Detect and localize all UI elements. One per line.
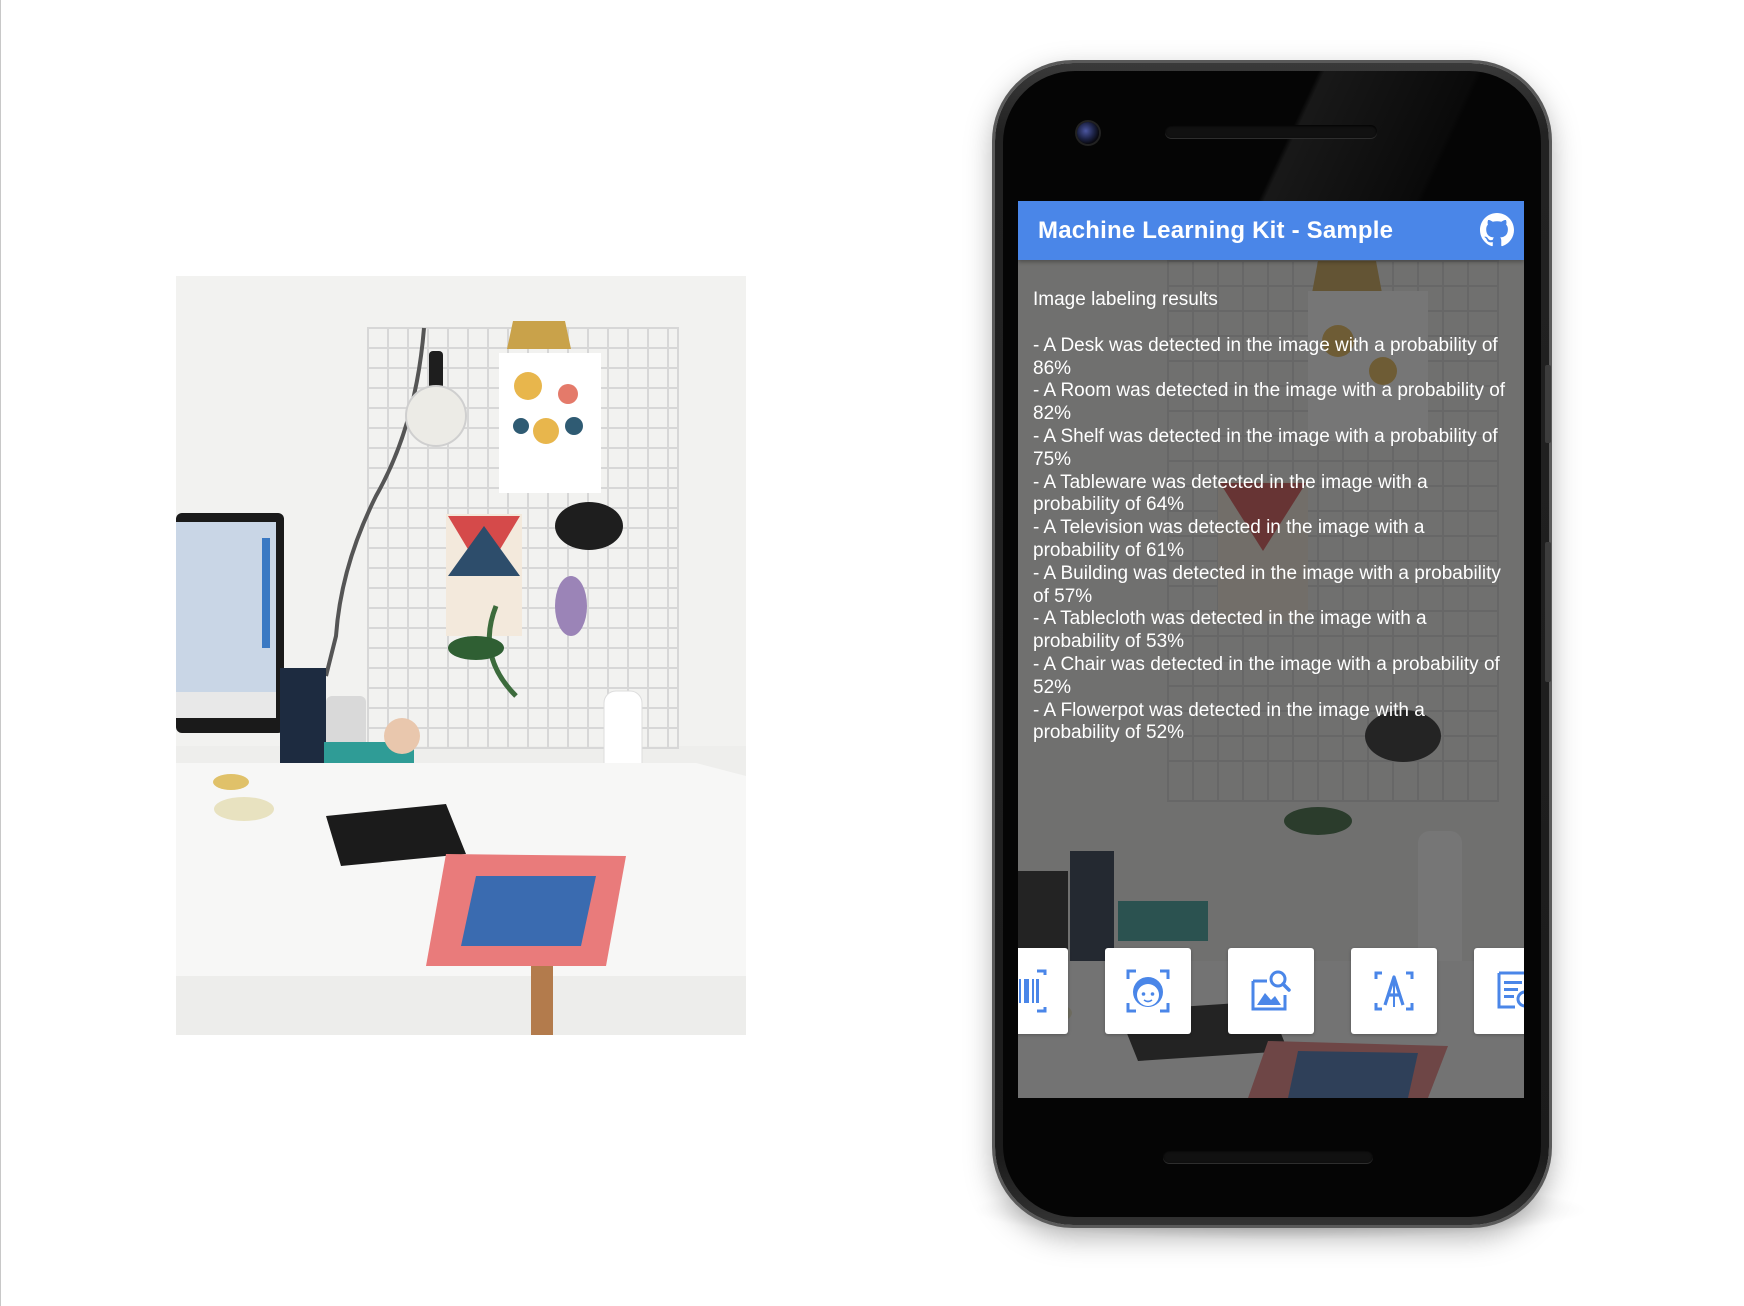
- earpiece-speaker: [1165, 125, 1377, 138]
- result-line: - A Building was detected in the image w…: [1033, 562, 1501, 607]
- source-photo: [176, 276, 746, 1035]
- document-scan-button[interactable]: [1474, 948, 1524, 1034]
- face-detection-icon: [1126, 969, 1170, 1013]
- app-bar: Machine Learning Kit - Sample: [1018, 201, 1524, 260]
- app-screen: Machine Learning Kit - Sample Image labe…: [1018, 201, 1524, 1098]
- result-line: - A Tablecloth was detected in the image…: [1033, 608, 1427, 653]
- app-title: Machine Learning Kit - Sample: [1038, 217, 1394, 244]
- image-labeling-button[interactable]: [1228, 948, 1314, 1034]
- result-line: - A Shelf was detected in the image with…: [1033, 425, 1498, 470]
- result-line: - A Tableware was detected in the image …: [1033, 471, 1428, 516]
- results-heading: Image labeling results: [1033, 289, 1218, 310]
- github-icon[interactable]: [1480, 213, 1514, 247]
- front-camera: [1077, 122, 1099, 144]
- barcode-scan-button[interactable]: [1018, 948, 1068, 1034]
- result-line: - A Flowerpot was detected in the image …: [1033, 699, 1425, 744]
- result-line: - A Desk was detected in the image with …: [1033, 334, 1498, 379]
- barcode-scan-icon: [1019, 969, 1047, 1013]
- volume-button[interactable]: [1545, 365, 1551, 443]
- power-button[interactable]: [1545, 542, 1551, 682]
- labeling-results: Image labeling results - A Desk was dete…: [1033, 289, 1513, 745]
- text-recognition-button[interactable]: [1351, 948, 1437, 1034]
- page-edge: [0, 0, 1, 1306]
- result-line: - A Television was detected in the image…: [1033, 517, 1425, 561]
- result-line: - A Room was detected in the image with …: [1033, 380, 1506, 425]
- document-scan-icon: [1497, 971, 1524, 1009]
- text-recognition-icon: [1374, 971, 1414, 1011]
- bottom-speaker: [1163, 1150, 1373, 1163]
- result-line: - A Chair was detected in the image with…: [1033, 653, 1500, 698]
- image-labeling-icon: [1251, 970, 1291, 1011]
- face-detection-button[interactable]: [1105, 948, 1191, 1034]
- desk-photo-illustration: [176, 276, 746, 1035]
